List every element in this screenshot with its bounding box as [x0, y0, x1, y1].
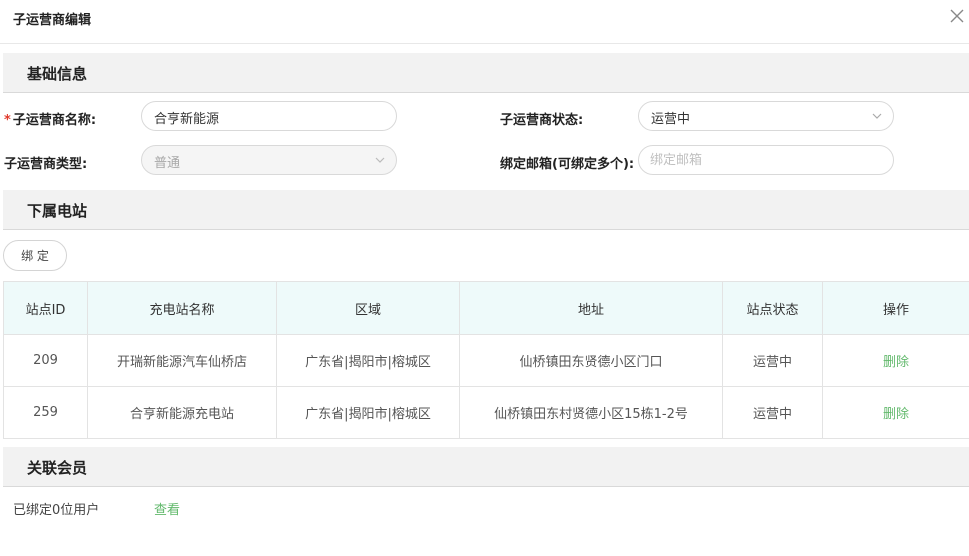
section-stations: 下属电站: [3, 190, 969, 230]
dialog-title: 子运营商编辑: [13, 13, 92, 28]
section-title: 下属电站: [27, 202, 88, 220]
cell-station-name: 合亨新能源充电站: [87, 386, 277, 439]
section-basic-info: 基础信息: [3, 53, 969, 93]
table-row: 259 合亨新能源充电站 广东省|揭阳市|榕城区 仙桥镇田东村贤德小区15栋1-…: [3, 386, 969, 439]
column-header: 地址: [459, 281, 723, 335]
section-title: 关联会员: [27, 459, 88, 477]
close-icon: [950, 9, 964, 23]
email-field[interactable]: [640, 147, 880, 173]
email-label: 绑定邮箱(可绑定多个):: [500, 157, 635, 172]
status-label: 子运营商状态:: [500, 113, 584, 128]
view-members-link[interactable]: 查看: [154, 499, 180, 518]
cell-station-id: 209: [3, 334, 88, 387]
section-title: 基础信息: [27, 65, 88, 83]
cell-address: 仙桥镇田东村贤德小区15栋1-2号: [459, 386, 723, 439]
type-value: 普通: [154, 156, 181, 171]
column-header: 站点ID: [3, 281, 88, 335]
delete-link[interactable]: 删除: [883, 355, 909, 370]
member-count-text: 已绑定0位用户: [13, 503, 100, 518]
column-header: 站点状态: [722, 281, 823, 335]
cell-status: 运营中: [722, 334, 823, 387]
cell-action: 删除: [822, 334, 969, 387]
cell-station-name: 开瑞新能源汽车仙桥店: [87, 334, 277, 387]
cell-station-id: 259: [3, 386, 88, 439]
cell-region: 广东省|揭阳市|榕城区: [276, 334, 460, 387]
close-button[interactable]: [949, 8, 965, 24]
delete-link[interactable]: 删除: [883, 407, 909, 422]
email-field-wrap: [638, 145, 894, 175]
cell-region: 广东省|揭阳市|榕城区: [276, 386, 460, 439]
type-select[interactable]: 普通: [141, 145, 397, 175]
cell-status: 运营中: [722, 386, 823, 439]
table-row: 209 开瑞新能源汽车仙桥店 广东省|揭阳市|榕城区 仙桥镇田东贤德小区门口 运…: [3, 334, 969, 387]
dialog-header: 子运营商编辑: [0, 0, 969, 44]
chevron-down-icon: [375, 157, 385, 163]
table-header-row: 站点ID 充电站名称 区域 地址 站点状态 操作: [3, 281, 969, 335]
required-mark: *: [4, 113, 11, 128]
section-members: 关联会员: [3, 447, 969, 487]
status-select[interactable]: 运营中: [638, 101, 894, 131]
cell-address: 仙桥镇田东贤德小区门口: [459, 334, 723, 387]
stations-table: 站点ID 充电站名称 区域 地址 站点状态 操作 209 开瑞新能源汽车仙桥店 …: [3, 281, 969, 439]
name-label: * 子运营商名称:: [4, 113, 97, 128]
name-value: 合亨新能源: [154, 112, 220, 127]
column-header: 操作: [822, 281, 969, 335]
cell-action: 删除: [822, 386, 969, 439]
name-input[interactable]: 合亨新能源: [141, 101, 397, 131]
status-value: 运营中: [651, 112, 691, 127]
type-label: 子运营商类型:: [4, 157, 88, 172]
column-header: 区域: [276, 281, 460, 335]
bind-button[interactable]: 绑 定: [3, 240, 67, 271]
chevron-down-icon: [872, 113, 882, 119]
column-header: 充电站名称: [87, 281, 277, 335]
